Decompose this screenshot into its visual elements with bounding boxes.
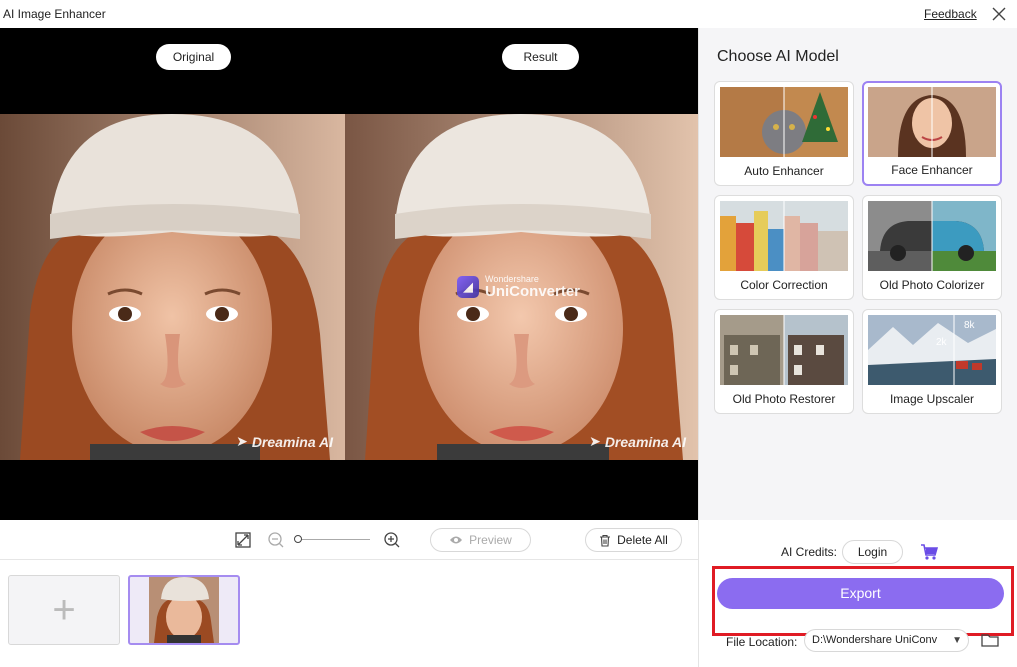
app-title: AI Image Enhancer: [3, 7, 106, 21]
fit-screen-icon[interactable]: [234, 531, 252, 549]
feedback-link[interactable]: Feedback: [924, 7, 977, 21]
face-enhancer-preview: [868, 87, 996, 157]
image-upscaler-preview: 2k 8k: [868, 315, 996, 385]
zoom-out-icon[interactable]: [267, 531, 285, 549]
preview-area: Original Result ➤ Dreamina AI ◢ Wondersh…: [0, 28, 698, 520]
close-icon[interactable]: [991, 6, 1007, 22]
plus-icon: +: [52, 587, 76, 632]
model-label: Old Photo Restorer: [732, 392, 836, 406]
watermark-left: ➤ Dreamina AI: [236, 433, 333, 450]
old-photo-colorizer-preview: [868, 201, 996, 271]
ai-credits-label: AI Credits:: [781, 545, 838, 559]
trash-icon: [600, 534, 611, 547]
delete-all-button[interactable]: Delete All: [585, 528, 682, 552]
chevron-down-icon: ▼: [952, 635, 962, 646]
model-card-face-enhancer[interactable]: Face Enhancer: [862, 81, 1002, 186]
title-bar: AI Image Enhancer Feedback: [0, 0, 1017, 28]
uniconverter-watermark: ◢ Wondershare UniConverter: [457, 274, 580, 300]
zoom-slider-track[interactable]: [296, 539, 370, 540]
file-location-label: File Location:: [726, 635, 798, 649]
panel-title: Choose AI Model: [717, 48, 839, 65]
upscaler-mark-8k: 8k: [964, 320, 976, 331]
zoom-in-icon[interactable]: [383, 531, 401, 549]
watermark-right: ➤ Dreamina AI: [589, 433, 686, 450]
result-image: ◢ Wondershare UniConverter ➤ Dreamina AI: [345, 114, 698, 460]
thumbnail-image: [149, 577, 219, 643]
model-card-color-correction[interactable]: Color Correction: [714, 195, 854, 300]
model-label: Image Upscaler: [889, 392, 975, 406]
model-card-auto-enhancer[interactable]: Auto Enhancer: [714, 81, 854, 186]
auto-enhancer-preview: [720, 87, 848, 157]
old-photo-restorer-preview: [720, 315, 848, 385]
preview-button[interactable]: Preview: [430, 528, 531, 552]
cart-icon[interactable]: [920, 543, 938, 561]
add-image-button[interactable]: +: [8, 575, 120, 645]
folder-icon[interactable]: [981, 632, 999, 648]
color-correction-preview: [720, 201, 848, 271]
zoom-slider-handle[interactable]: [294, 535, 302, 543]
file-location-select[interactable]: D:\Wondershare UniConv ▼: [804, 629, 969, 652]
preview-toolbar: Preview Delete All: [0, 520, 698, 560]
upscaler-mark-2k: 2k: [936, 337, 948, 348]
model-label: Face Enhancer: [891, 163, 973, 177]
model-label: Color Correction: [740, 278, 828, 292]
original-label: Original: [156, 44, 231, 70]
uniconverter-logo-icon: ◢: [457, 276, 479, 298]
result-label: Result: [502, 44, 579, 70]
login-button[interactable]: Login: [842, 540, 903, 564]
model-card-image-upscaler[interactable]: 2k 8k Image Upscaler: [862, 309, 1002, 414]
model-label: Old Photo Colorizer: [879, 278, 985, 292]
eye-icon: [450, 536, 463, 544]
ai-model-panel: Choose AI Model Auto Enhancer Face Enhan…: [698, 28, 1017, 520]
original-image: ➤ Dreamina AI: [0, 114, 345, 460]
thumbnail-strip: +: [0, 560, 698, 667]
export-button[interactable]: Export: [717, 578, 1004, 609]
model-card-old-photo-colorizer[interactable]: Old Photo Colorizer: [862, 195, 1002, 300]
model-card-old-photo-restorer[interactable]: Old Photo Restorer: [714, 309, 854, 414]
model-label: Auto Enhancer: [744, 164, 824, 178]
image-thumbnail[interactable]: [128, 575, 240, 645]
export-panel: AI Credits: Login Export File Location: …: [698, 520, 1017, 667]
